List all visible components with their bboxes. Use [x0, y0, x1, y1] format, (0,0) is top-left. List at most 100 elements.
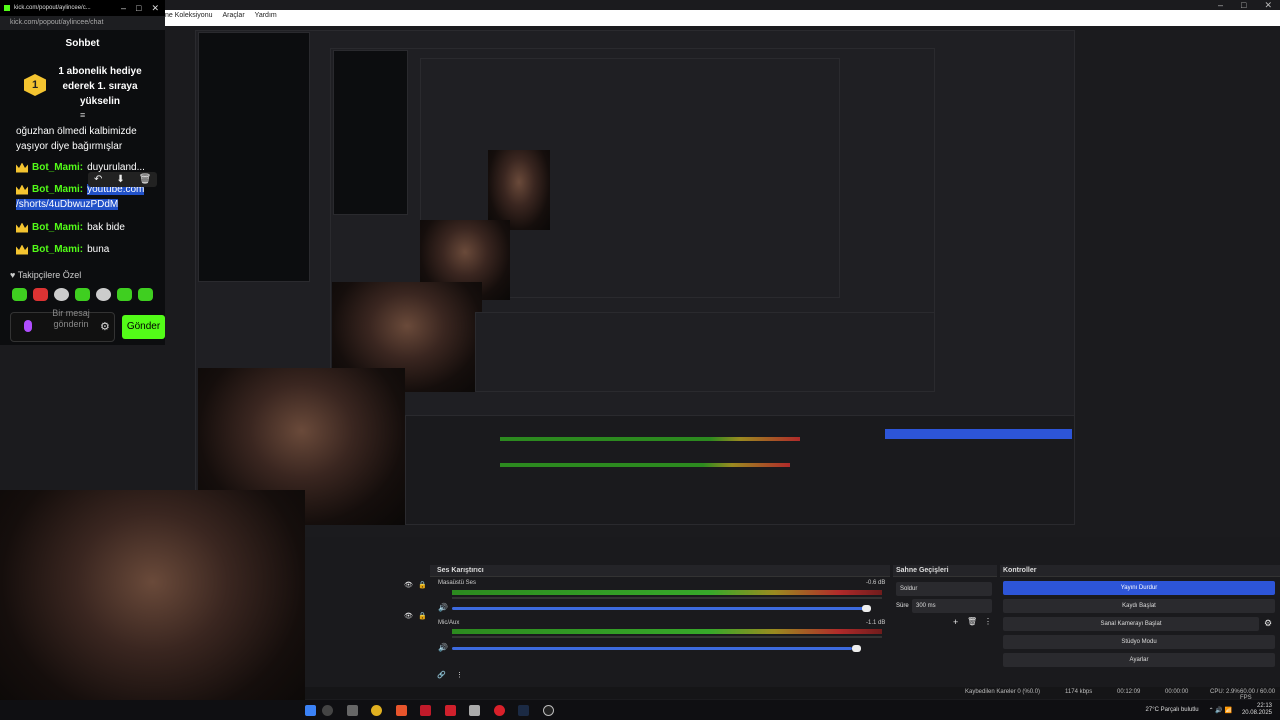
chat-username[interactable]: Bot_Mami:	[32, 222, 83, 233]
chat-minimize-icon[interactable]: –	[121, 3, 126, 14]
obs-icon[interactable]	[543, 705, 554, 716]
app-icon[interactable]	[322, 705, 333, 716]
delete-icon[interactable]: 🗑	[967, 617, 977, 626]
volume-meter	[452, 590, 882, 595]
chat-window-title: kick.com/popout/aylincee/c...	[14, 5, 91, 11]
emote-icon[interactable]	[96, 288, 111, 301]
heart-icon: ♥	[10, 270, 16, 280]
track-db: -1.1 dB	[866, 620, 886, 626]
system-tray: 27°C Parçalı bulutlu ⌃ 🔊 📶 22:13 20.08.2…	[1146, 700, 1272, 720]
delete-icon[interactable]: 🗑	[139, 174, 152, 185]
taskbar	[0, 700, 1280, 720]
volume-slider-knob[interactable]	[852, 645, 861, 652]
chat-message: oğuzhan ölmedi kalbimizde yaşıyor diye b…	[16, 126, 137, 152]
lock-icon[interactable]: 🔒	[418, 581, 427, 589]
emote-icon[interactable]	[12, 288, 27, 301]
emote-icon[interactable]	[33, 288, 48, 301]
mixer-title: Ses Karıştırıcı	[437, 567, 484, 574]
webcam-capture-3	[488, 150, 550, 230]
chat-username[interactable]: Bot_Mami:	[32, 162, 83, 173]
bitrate: 1174 kbps	[1065, 689, 1093, 695]
gear-icon[interactable]: ⚙	[100, 320, 110, 333]
controls-header	[1000, 565, 1280, 577]
minimize-icon[interactable]: –	[1218, 0, 1223, 11]
virtual-camera-button[interactable]: Sanal Kamerayı Başlat	[1003, 617, 1259, 631]
app-icon[interactable]	[347, 705, 358, 716]
speaker-icon[interactable]: 🔊	[438, 603, 448, 612]
clock[interactable]: 22:13 20.08.2025	[1242, 703, 1272, 717]
app-icon[interactable]	[420, 705, 431, 716]
gear-icon[interactable]: ⚙	[1264, 618, 1272, 629]
emote-icon[interactable]	[117, 288, 132, 301]
chat-line: Bot_Mami: buna	[16, 244, 109, 255]
clock-date: 20.08.2025	[1241, 710, 1272, 716]
more-icon[interactable]: ⋮	[456, 671, 463, 679]
duration-input[interactable]: 300 ms	[912, 599, 992, 613]
chat-url-bar[interactable]: kick.com/popout/aylincee/chat	[0, 16, 165, 30]
menu-help[interactable]: Yardım	[255, 12, 277, 19]
chat-username[interactable]: Bot_Mami:	[32, 244, 83, 255]
volume-slider[interactable]	[452, 607, 867, 610]
app-icon[interactable]	[445, 705, 456, 716]
menu-tools[interactable]: Araçlar	[222, 12, 244, 19]
speaker-icon[interactable]: 🔊	[438, 643, 448, 652]
lock-icon[interactable]: 🔒	[418, 612, 427, 620]
folder-icon[interactable]	[469, 705, 480, 716]
add-icon[interactable]: +	[953, 617, 958, 627]
transition-select[interactable]: Soldur	[896, 582, 992, 596]
app-icon[interactable]	[494, 705, 505, 716]
chat-link[interactable]: /shorts/4uDbwuzPDdM	[16, 199, 119, 210]
cpu-usage: CPU: 2.9%	[1210, 689, 1240, 695]
track-name: Masaüstü Ses	[438, 580, 477, 586]
maximize-icon[interactable]: □	[1241, 0, 1246, 11]
nested-meter-1	[500, 437, 800, 441]
emote-icon[interactable]	[54, 288, 69, 301]
windows-start-icon[interactable]	[305, 705, 316, 716]
track-name: Mic/Aux	[438, 620, 460, 626]
settings-button[interactable]: Ayarlar	[1003, 653, 1275, 667]
crown-icon	[16, 222, 28, 233]
nested-obs-dock-2	[475, 312, 935, 392]
volume-slider[interactable]	[452, 647, 852, 650]
volume-slider-knob[interactable]	[862, 605, 871, 612]
eye-icon[interactable]: 👁	[404, 581, 413, 589]
chat-username[interactable]: Bot_Mami:	[32, 184, 83, 195]
crown-icon	[16, 244, 28, 255]
steam-icon[interactable]	[518, 705, 529, 716]
mixer-header	[430, 565, 890, 577]
chat-close-icon[interactable]: ✕	[151, 3, 159, 14]
gift-sub-promo: 1 abonelik hediye ederek 1. sıraya yükse…	[58, 66, 142, 107]
weather[interactable]: 27°C Parçalı bulutlu	[1146, 707, 1199, 713]
send-button[interactable]: Gönder	[122, 315, 165, 339]
dropped-frames: Kaybedilen Kareler 0 (%0.0)	[965, 689, 1041, 695]
nested-chat-capture-2	[333, 50, 408, 215]
link-icon[interactable]: 🔗	[437, 671, 446, 679]
menu-scene-collection[interactable]: ne Koleksiyonu	[165, 12, 212, 19]
emote-icon[interactable]	[75, 288, 90, 301]
clock-time: 22:13	[1256, 703, 1272, 709]
more-icon[interactable]: ⋮	[984, 617, 992, 626]
chevron-down-icon[interactable]: ≡	[80, 110, 85, 120]
studio-mode-button[interactable]: Stüdyo Modu	[1003, 635, 1275, 649]
mic-icon[interactable]	[24, 320, 32, 332]
brave-icon[interactable]	[396, 705, 407, 716]
volume-meter-track	[452, 597, 882, 599]
stop-stream-button[interactable]: Yayını Durdur	[1003, 581, 1275, 595]
volume-meter-track	[452, 636, 882, 638]
crown-icon	[16, 184, 28, 195]
pin-icon[interactable]: ⬇	[116, 174, 124, 185]
tray-icons[interactable]: ⌃ 🔊 📶	[1209, 707, 1232, 714]
obs-menu: ne Koleksiyonu Araçlar Yardım	[165, 12, 277, 19]
chat-line-link: /shorts/4uDbwuzPDdM	[16, 199, 119, 210]
emote-icon[interactable]	[138, 288, 153, 301]
volume-meter	[452, 629, 882, 634]
chrome-icon[interactable]	[371, 705, 382, 716]
chat-maximize-icon[interactable]: □	[136, 3, 141, 14]
webcam-main	[0, 490, 305, 720]
close-icon[interactable]: ✕	[1264, 0, 1272, 11]
eye-icon[interactable]: 👁	[404, 612, 413, 620]
window-controls: – □ ✕	[1218, 0, 1272, 11]
start-record-button[interactable]: Kaydı Başlat	[1003, 599, 1275, 613]
reply-icon[interactable]: ↶	[94, 174, 102, 185]
chat-text: bak bide	[87, 222, 125, 233]
